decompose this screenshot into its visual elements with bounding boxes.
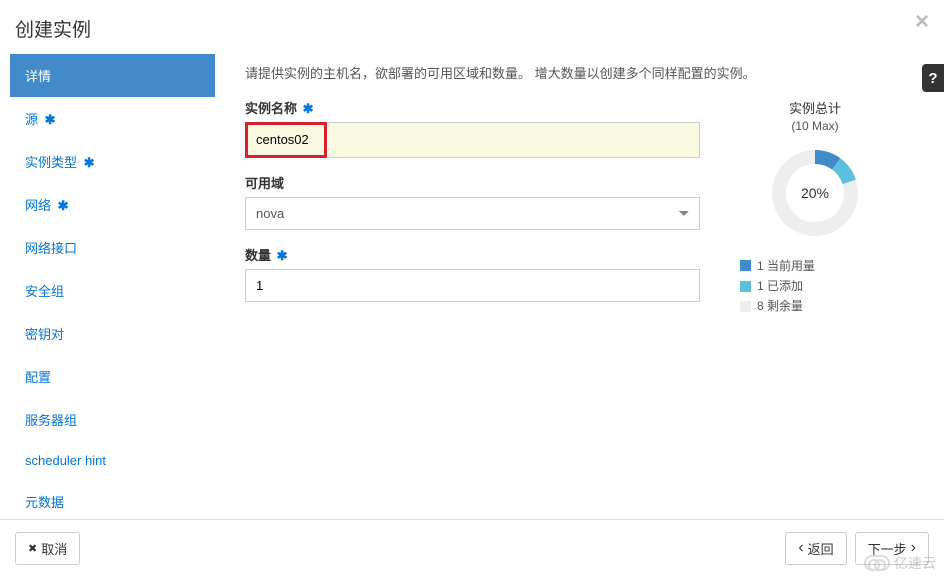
total-max: (10 Max) bbox=[740, 119, 890, 133]
modal-footer: ✖ 取消 ‹ 返回 下一步 › bbox=[0, 519, 944, 577]
watermark: 亿速云 bbox=[864, 553, 936, 573]
sidebar-item-label: 安全组 bbox=[25, 284, 64, 299]
modal-title: 创建实例 bbox=[15, 15, 929, 42]
total-title: 实例总计 bbox=[740, 98, 890, 117]
legend-added: 1 已添加 bbox=[740, 276, 890, 296]
sidebar-item-label: 元数据 bbox=[25, 495, 64, 510]
legend-remaining: 8 剩余量 bbox=[740, 296, 890, 316]
sidebar-item-config[interactable]: 配置 bbox=[10, 355, 215, 398]
donut-percent: 20% bbox=[801, 185, 829, 201]
sidebar-item-network[interactable]: 网络 ✱ bbox=[10, 183, 215, 226]
swatch-icon bbox=[740, 260, 751, 271]
required-icon: ✱ bbox=[277, 248, 288, 263]
sidebar-item-metadata[interactable]: 元数据 bbox=[10, 480, 215, 523]
swatch-icon bbox=[740, 301, 751, 312]
swatch-icon bbox=[740, 281, 751, 292]
sidebar-item-scheduler[interactable]: scheduler hint bbox=[10, 441, 215, 480]
sidebar-item-flavor[interactable]: 实例类型 ✱ bbox=[10, 140, 215, 183]
required-icon: ✱ bbox=[58, 198, 69, 213]
close-icon[interactable]: × bbox=[915, 10, 929, 34]
x-icon: ✖ bbox=[28, 542, 37, 555]
sidebar-item-security[interactable]: 安全组 bbox=[10, 269, 215, 312]
sidebar-item-details[interactable]: 详情 bbox=[10, 54, 215, 97]
legend-current: 1 当前用量 bbox=[740, 256, 890, 276]
count-label: 数量 ✱ bbox=[245, 245, 700, 264]
count-input[interactable] bbox=[245, 269, 700, 302]
instance-name-input[interactable] bbox=[256, 132, 316, 147]
wizard-sidebar: 详情 源 ✱ 实例类型 ✱ 网络 ✱ 网络接口 安全组 密钥对 配置 服务器组 bbox=[10, 54, 215, 514]
sidebar-item-label: 配置 bbox=[25, 370, 51, 385]
form-description: 请提供实例的主机名，欲部署的可用区域和数量。 增大数量以创建多个同样配置的实例。 bbox=[245, 64, 924, 84]
form-panel: 请提供实例的主机名，欲部署的可用区域和数量。 增大数量以创建多个同样配置的实例。… bbox=[215, 54, 944, 514]
quota-donut-chart: 20% bbox=[770, 148, 860, 238]
required-icon: ✱ bbox=[84, 155, 95, 170]
zone-label: 可用域 bbox=[245, 173, 700, 192]
sidebar-item-label: 密钥对 bbox=[25, 327, 64, 342]
sidebar-item-label: 源 bbox=[25, 112, 38, 127]
sidebar-item-label: 网络接口 bbox=[25, 241, 77, 256]
required-icon: ✱ bbox=[303, 101, 314, 116]
back-button[interactable]: ‹ 返回 bbox=[785, 532, 846, 565]
chevron-left-icon: ‹ bbox=[798, 542, 803, 555]
sidebar-item-ports[interactable]: 网络接口 bbox=[10, 226, 215, 269]
sidebar-item-label: 服务器组 bbox=[25, 413, 77, 428]
sidebar-item-servergroup[interactable]: 服务器组 bbox=[10, 398, 215, 441]
sidebar-item-label: 详情 bbox=[25, 69, 51, 84]
sidebar-item-keypair[interactable]: 密钥对 bbox=[10, 312, 215, 355]
cancel-button[interactable]: ✖ 取消 bbox=[15, 532, 80, 565]
instance-name-label: 实例名称 ✱ bbox=[245, 98, 700, 117]
sidebar-item-label: 网络 bbox=[25, 198, 51, 213]
instance-name-field-wrap bbox=[245, 122, 700, 158]
sidebar-item-source[interactable]: 源 ✱ bbox=[10, 97, 215, 140]
watermark-logo-icon bbox=[864, 555, 890, 571]
required-icon: ✱ bbox=[45, 112, 56, 127]
instance-name-highlight bbox=[245, 122, 327, 158]
sidebar-item-label: scheduler hint bbox=[25, 453, 106, 468]
quota-legend: 1 当前用量 1 已添加 8 剩余量 bbox=[740, 256, 890, 317]
zone-select[interactable]: nova bbox=[245, 197, 700, 230]
sidebar-item-label: 实例类型 bbox=[25, 155, 77, 170]
